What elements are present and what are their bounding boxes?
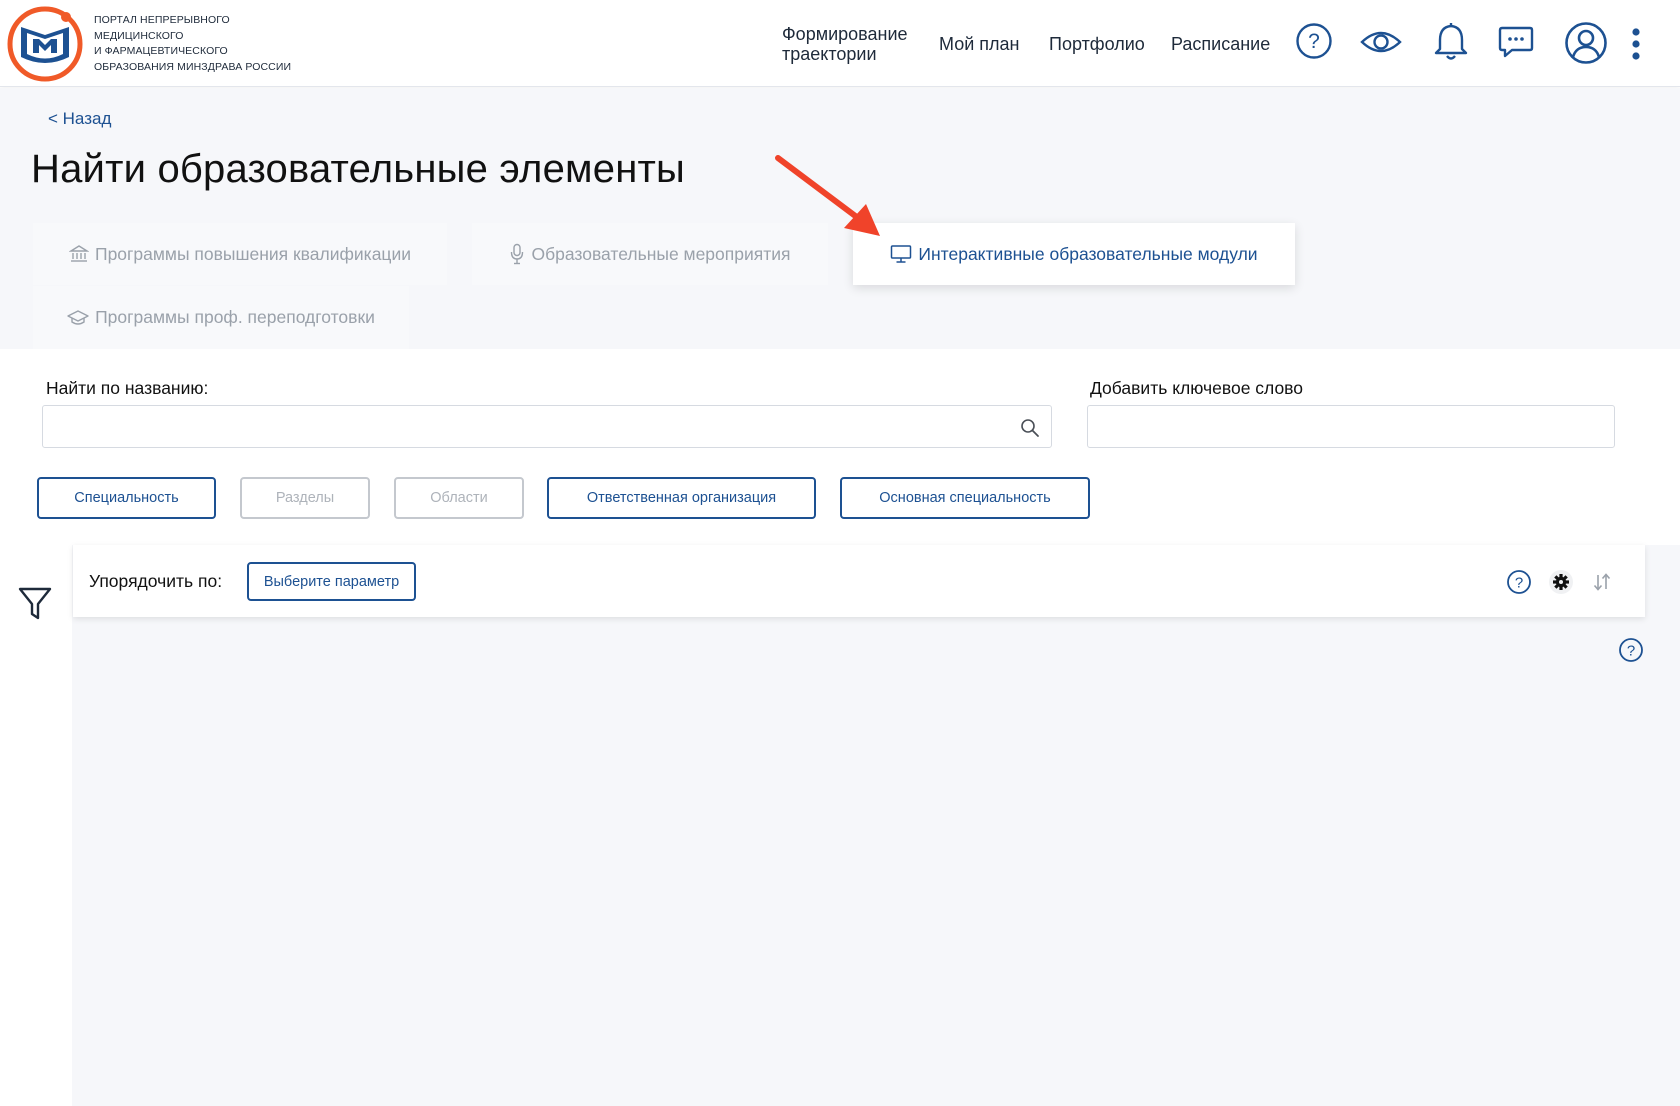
institution-icon <box>68 245 89 262</box>
filter-sections-button[interactable]: Разделы <box>240 477 370 519</box>
filter-areas-button[interactable]: Области <box>394 477 524 519</box>
eye-icon[interactable] <box>1360 26 1402 58</box>
annotation-arrow-icon <box>775 155 880 236</box>
search-name-label: Найти по названию: <box>46 378 209 398</box>
sort-direction-icon[interactable] <box>1591 571 1613 598</box>
nav-trajectory-line1: Формирование <box>782 24 908 44</box>
portal-name-line: ОБРАЗОВАНИЯ МИНЗДРАВА РОССИИ <box>94 60 292 73</box>
filter-organization-button[interactable]: Ответственная организация <box>547 477 816 519</box>
tab-interactive-modules[interactable]: Интерактивные образовательные модули <box>853 223 1295 285</box>
portal-name-line: И ФАРМАЦЕВТИЧЕСКОГО <box>94 45 228 57</box>
filter-main-specialty-button[interactable]: Основная специальность <box>840 477 1090 519</box>
nav-trajectory-line2: траектории <box>782 44 877 64</box>
nav-my-plan[interactable]: Мой план <box>939 34 1019 54</box>
keyword-field[interactable] <box>1087 405 1615 448</box>
gear-icon[interactable] <box>1548 569 1574 600</box>
tab-qualification-programs[interactable]: Программы повышения квалификации <box>33 223 447 285</box>
microphone-icon <box>511 243 524 265</box>
tab-retraining-programs[interactable]: Программы проф. переподготовки <box>33 286 409 349</box>
tab-label: Интерактивные образовательные модули <box>918 243 1258 264</box>
portal-name-line: МЕДИЦИНСКОГО <box>94 29 184 42</box>
portal-name-line: ПОРТАЛ НЕПРЕРЫВНОГО <box>94 14 230 26</box>
filter-icon[interactable] <box>18 586 52 627</box>
nav-trajectory[interactable]: Формирование траектории <box>782 24 922 64</box>
user-icon[interactable] <box>1564 21 1608 65</box>
back-link[interactable]: < Назад <box>48 109 111 129</box>
header: ПОРТАЛ НЕПРЕРЫВНОГО МЕДИЦИНСКОГО И ФАРМА… <box>0 0 1680 87</box>
help-icon[interactable]: ? <box>1506 569 1532 600</box>
search-name-field[interactable] <box>42 405 1052 448</box>
help-icon[interactable]: ? <box>1618 637 1644 668</box>
bell-icon[interactable] <box>1434 22 1468 62</box>
chat-icon[interactable] <box>1498 25 1534 59</box>
svg-text:?: ? <box>1515 575 1523 592</box>
search-icon[interactable] <box>1020 418 1040 443</box>
more-vertical-icon[interactable] <box>1630 27 1642 61</box>
svg-text:?: ? <box>1627 643 1635 660</box>
svg-text:?: ? <box>1308 30 1320 53</box>
results-area <box>72 545 1680 1106</box>
tab-label: Программы повышения квалификации <box>94 243 412 264</box>
page-title: Найти образовательные элементы <box>31 147 685 191</box>
filter-specialty-button[interactable]: Специальность <box>37 477 216 519</box>
sort-parameter-select[interactable]: Выберите параметр <box>247 562 416 601</box>
help-icon[interactable]: ? <box>1295 22 1333 60</box>
portal-name: ПОРТАЛ НЕПРЕРЫВНОГО МЕДИЦИНСКОГО И ФАРМА… <box>94 13 294 75</box>
search-name-input[interactable] <box>43 406 1051 447</box>
monitor-icon <box>891 245 912 263</box>
sort-label: Упорядочить по: <box>89 571 223 591</box>
graduation-cap-icon <box>67 309 89 325</box>
nav-portfolio[interactable]: Портфолио <box>1049 34 1145 54</box>
nav-schedule[interactable]: Расписание <box>1171 34 1270 54</box>
tab-label: Программы проф. переподготовки <box>95 307 375 327</box>
keyword-label: Добавить ключевое слово <box>1090 378 1304 398</box>
tab-label: Образовательные мероприятия <box>531 243 791 264</box>
filter-rail <box>0 545 72 1106</box>
page: ПОРТАЛ НЕПРЕРЫВНОГО МЕДИЦИНСКОГО И ФАРМА… <box>0 0 1680 1106</box>
portal-logo[interactable] <box>6 5 84 83</box>
keyword-input[interactable] <box>1088 406 1614 447</box>
